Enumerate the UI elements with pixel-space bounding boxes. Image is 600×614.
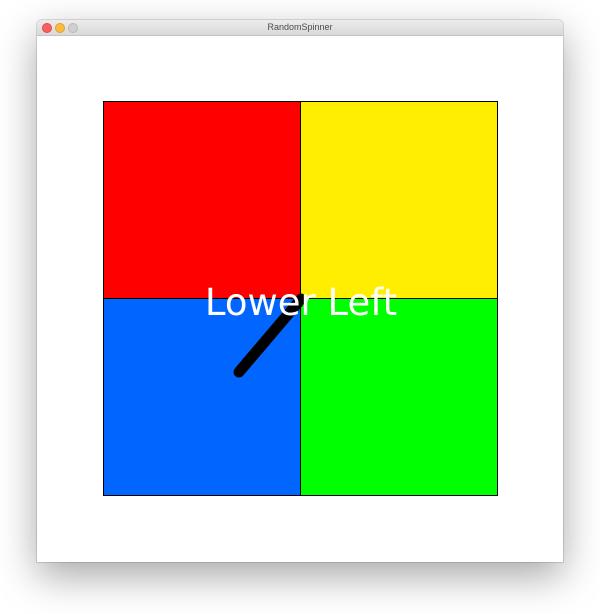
spinner-needle-layer [233,293,307,378]
spinner-board[interactable]: Lower Left [103,101,499,497]
window-content: Lower Left [37,36,563,562]
window-title: RandomSpinner [267,22,333,32]
app-window: RandomSpinner Lower Left [37,20,563,562]
title-bar[interactable]: RandomSpinner [37,20,563,36]
spinner-needle [233,293,307,378]
